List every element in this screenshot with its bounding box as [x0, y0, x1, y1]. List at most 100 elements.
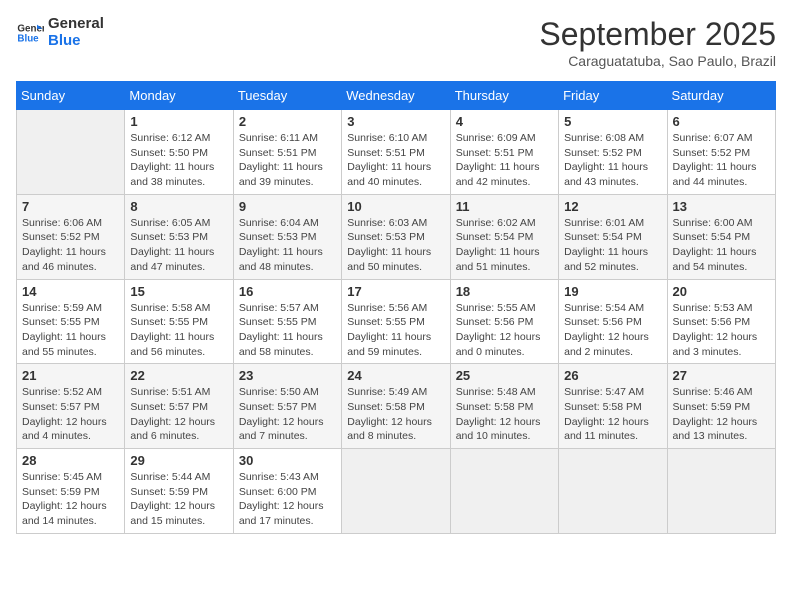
week-row-1: 1Sunrise: 6:12 AMSunset: 5:50 PMDaylight… — [17, 110, 776, 195]
day-number: 9 — [239, 199, 336, 214]
day-cell: 23Sunrise: 5:50 AMSunset: 5:57 PMDayligh… — [233, 364, 341, 449]
day-number: 26 — [564, 368, 661, 383]
day-number: 18 — [456, 284, 553, 299]
day-info: Sunrise: 6:11 AMSunset: 5:51 PMDaylight:… — [239, 131, 336, 190]
day-cell — [342, 449, 450, 534]
header-sunday: Sunday — [17, 82, 125, 110]
day-cell: 2 Sunrise: 6:11 AMSunset: 5:51 PMDaylight… — [233, 110, 341, 195]
day-number: 11 — [456, 199, 553, 214]
week-row-5: 28 Sunrise: 5:45 AMSunset: 5:59 PMDayligh… — [17, 449, 776, 534]
week-row-4: 21 Sunrise: 5:52 AMSunset: 5:57 PMDayligh… — [17, 364, 776, 449]
day-number: 28 — [22, 453, 119, 468]
day-info: Sunrise: 5:54 AMSunset: 5:56 PMDaylight:… — [564, 301, 661, 360]
day-number: 1 — [130, 114, 227, 129]
day-number: 15 — [130, 284, 227, 299]
day-info: Sunrise: 5:48 AMSunset: 5:58 PMDaylight:… — [456, 385, 553, 444]
header-tuesday: Tuesday — [233, 82, 341, 110]
day-info: Sunrise: 6:02 AMSunset: 5:54 PMDaylight:… — [456, 216, 553, 275]
day-info: Sunrise: 5:43 AMSunset: 6:00 PMDaylight:… — [239, 470, 336, 529]
day-info: Sunrise: 6:01 AMSunset: 5:54 PMDaylight:… — [564, 216, 661, 275]
day-info: Sunrise: 5:55 AMSunset: 5:56 PMDaylight:… — [456, 301, 553, 360]
day-cell: 5 Sunrise: 6:08 AMSunset: 5:52 PMDaylight… — [559, 110, 667, 195]
day-cell — [450, 449, 558, 534]
month-title: September 2025 — [539, 16, 776, 53]
calendar-table: SundayMondayTuesdayWednesdayThursdayFrid… — [16, 81, 776, 534]
day-info: Sunrise: 5:45 AMSunset: 5:59 PMDaylight:… — [22, 470, 119, 529]
day-cell: 14 Sunrise: 5:59 AMSunset: 5:55 PMDayligh… — [17, 279, 125, 364]
day-number: 6 — [673, 114, 770, 129]
day-cell — [17, 110, 125, 195]
day-cell: 1Sunrise: 6:12 AMSunset: 5:50 PMDaylight… — [125, 110, 233, 195]
day-info: Sunrise: 5:57 AMSunset: 5:55 PMDaylight:… — [239, 301, 336, 360]
day-info: Sunrise: 5:51 AMSunset: 5:57 PMDaylight:… — [130, 385, 227, 444]
day-number: 24 — [347, 368, 444, 383]
day-number: 4 — [456, 114, 553, 129]
day-info: Sunrise: 6:04 AMSunset: 5:53 PMDaylight:… — [239, 216, 336, 275]
day-cell: 29 Sunrise: 5:44 AMSunset: 5:59 PMDayligh… — [125, 449, 233, 534]
day-number: 17 — [347, 284, 444, 299]
day-number: 7 — [22, 199, 119, 214]
day-cell: 30Sunrise: 5:43 AMSunset: 6:00 PMDayligh… — [233, 449, 341, 534]
day-cell: 27 Sunrise: 5:46 AMSunset: 5:59 PMDayligh… — [667, 364, 775, 449]
day-info: Sunrise: 5:46 AMSunset: 5:59 PMDaylight:… — [673, 385, 770, 444]
day-info: Sunrise: 5:44 AMSunset: 5:59 PMDaylight:… — [130, 470, 227, 529]
day-info: Sunrise: 6:10 AMSunset: 5:51 PMDaylight:… — [347, 131, 444, 190]
title-block: September 2025 Caraguatatuba, Sao Paulo,… — [539, 16, 776, 69]
day-info: Sunrise: 6:00 AMSunset: 5:54 PMDaylight:… — [673, 216, 770, 275]
day-cell: 8 Sunrise: 6:05 AMSunset: 5:53 PMDaylight… — [125, 194, 233, 279]
day-info: Sunrise: 5:47 AMSunset: 5:58 PMDaylight:… — [564, 385, 661, 444]
day-number: 20 — [673, 284, 770, 299]
day-number: 3 — [347, 114, 444, 129]
day-number: 10 — [347, 199, 444, 214]
day-info: Sunrise: 6:06 AMSunset: 5:52 PMDaylight:… — [22, 216, 119, 275]
day-info: Sunrise: 5:50 AMSunset: 5:57 PMDaylight:… — [239, 385, 336, 444]
day-cell: 20 Sunrise: 5:53 AMSunset: 5:56 PMDayligh… — [667, 279, 775, 364]
day-info: Sunrise: 5:49 AMSunset: 5:58 PMDaylight:… — [347, 385, 444, 444]
day-number: 25 — [456, 368, 553, 383]
day-info: Sunrise: 6:05 AMSunset: 5:53 PMDaylight:… — [130, 216, 227, 275]
header-friday: Friday — [559, 82, 667, 110]
day-number: 29 — [130, 453, 227, 468]
day-cell: 15 Sunrise: 5:58 AMSunset: 5:55 PMDayligh… — [125, 279, 233, 364]
day-cell: 21 Sunrise: 5:52 AMSunset: 5:57 PMDayligh… — [17, 364, 125, 449]
day-cell: 19 Sunrise: 5:54 AMSunset: 5:56 PMDayligh… — [559, 279, 667, 364]
location-subtitle: Caraguatatuba, Sao Paulo, Brazil — [539, 53, 776, 69]
day-cell: 12 Sunrise: 6:01 AMSunset: 5:54 PMDayligh… — [559, 194, 667, 279]
day-info: Sunrise: 5:52 AMSunset: 5:57 PMDaylight:… — [22, 385, 119, 444]
day-number: 14 — [22, 284, 119, 299]
logo-icon: General Blue — [16, 19, 44, 47]
day-cell: 17 Sunrise: 5:56 AMSunset: 5:55 PMDayligh… — [342, 279, 450, 364]
day-cell — [667, 449, 775, 534]
day-cell: 9 Sunrise: 6:04 AMSunset: 5:53 PMDaylight… — [233, 194, 341, 279]
day-cell: 7 Sunrise: 6:06 AMSunset: 5:52 PMDaylight… — [17, 194, 125, 279]
header-saturday: Saturday — [667, 82, 775, 110]
day-info: Sunrise: 6:03 AMSunset: 5:53 PMDaylight:… — [347, 216, 444, 275]
day-number: 27 — [673, 368, 770, 383]
day-info: Sunrise: 6:08 AMSunset: 5:52 PMDaylight:… — [564, 131, 661, 190]
day-cell: 10 Sunrise: 6:03 AMSunset: 5:53 PMDayligh… — [342, 194, 450, 279]
day-cell: 11 Sunrise: 6:02 AMSunset: 5:54 PMDayligh… — [450, 194, 558, 279]
day-cell: 3 Sunrise: 6:10 AMSunset: 5:51 PMDaylight… — [342, 110, 450, 195]
day-cell: 26 Sunrise: 5:47 AMSunset: 5:58 PMDayligh… — [559, 364, 667, 449]
day-cell: 18 Sunrise: 5:55 AMSunset: 5:56 PMDayligh… — [450, 279, 558, 364]
day-number: 12 — [564, 199, 661, 214]
day-cell — [559, 449, 667, 534]
day-info: Sunrise: 5:53 AMSunset: 5:56 PMDaylight:… — [673, 301, 770, 360]
header-wednesday: Wednesday — [342, 82, 450, 110]
logo: General Blue General Blue — [16, 16, 104, 49]
day-number: 8 — [130, 199, 227, 214]
day-cell: 13Sunrise: 6:00 AMSunset: 5:54 PMDayligh… — [667, 194, 775, 279]
day-cell: 4Sunrise: 6:09 AMSunset: 5:51 PMDaylight… — [450, 110, 558, 195]
day-cell: 16Sunrise: 5:57 AMSunset: 5:55 PMDayligh… — [233, 279, 341, 364]
day-info: Sunrise: 5:59 AMSunset: 5:55 PMDaylight:… — [22, 301, 119, 360]
day-number: 22 — [130, 368, 227, 383]
day-number: 21 — [22, 368, 119, 383]
page-header: General Blue General Blue September 2025… — [16, 16, 776, 69]
day-number: 5 — [564, 114, 661, 129]
week-row-3: 14 Sunrise: 5:59 AMSunset: 5:55 PMDayligh… — [17, 279, 776, 364]
day-info: Sunrise: 5:56 AMSunset: 5:55 PMDaylight:… — [347, 301, 444, 360]
week-row-2: 7 Sunrise: 6:06 AMSunset: 5:52 PMDaylight… — [17, 194, 776, 279]
day-number: 19 — [564, 284, 661, 299]
day-number: 2 — [239, 114, 336, 129]
day-info: Sunrise: 5:58 AMSunset: 5:55 PMDaylight:… — [130, 301, 227, 360]
